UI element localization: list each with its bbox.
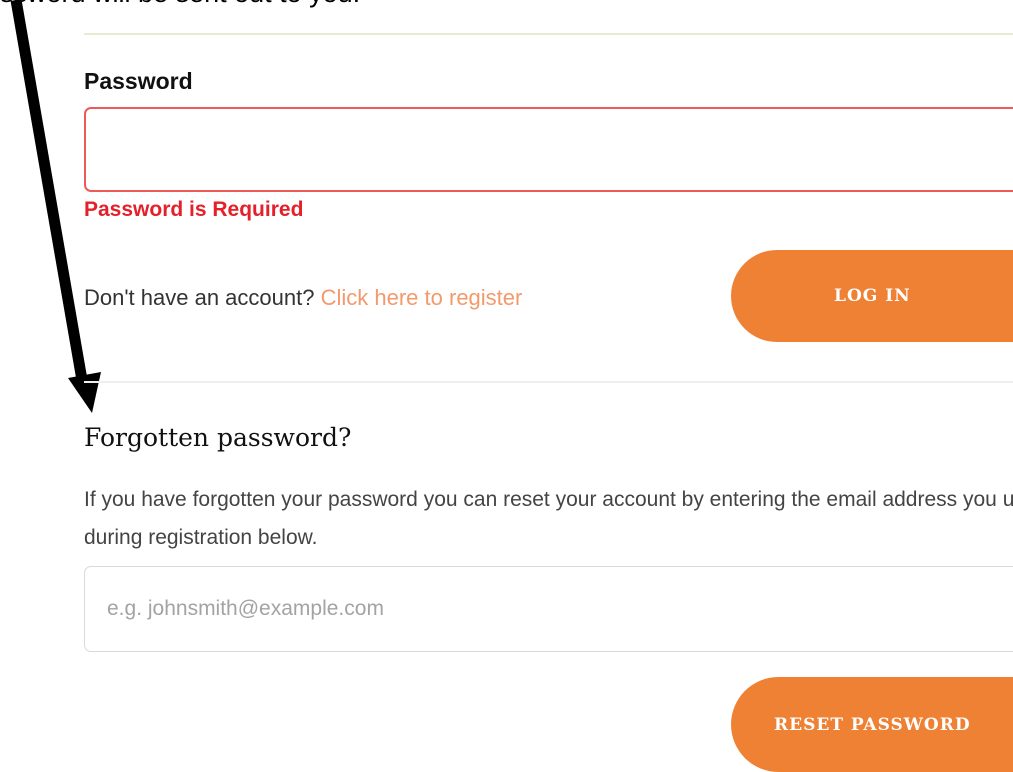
forgotten-password-heading: Forgotten password? bbox=[84, 423, 352, 452]
reset-password-button[interactable]: RESET PASSWORD bbox=[731, 677, 1013, 772]
reset-email-input[interactable] bbox=[84, 566, 1013, 652]
register-link[interactable]: Click here to register bbox=[321, 285, 523, 310]
login-button[interactable]: LOG IN bbox=[731, 250, 1013, 342]
password-error-message: Password is Required bbox=[84, 198, 304, 221]
password-input[interactable] bbox=[84, 107, 1013, 192]
register-prompt-text: Don't have an account? bbox=[84, 285, 315, 310]
register-prompt: Don't have an account? Click here to reg… bbox=[84, 285, 522, 311]
section-divider bbox=[84, 381, 1013, 383]
annotation-caption: ssword will be sent out to you. bbox=[0, 0, 360, 9]
top-divider bbox=[84, 33, 1013, 35]
forgotten-password-description: If you have forgotten your password you … bbox=[84, 488, 1013, 549]
password-label: Password bbox=[84, 68, 193, 94]
